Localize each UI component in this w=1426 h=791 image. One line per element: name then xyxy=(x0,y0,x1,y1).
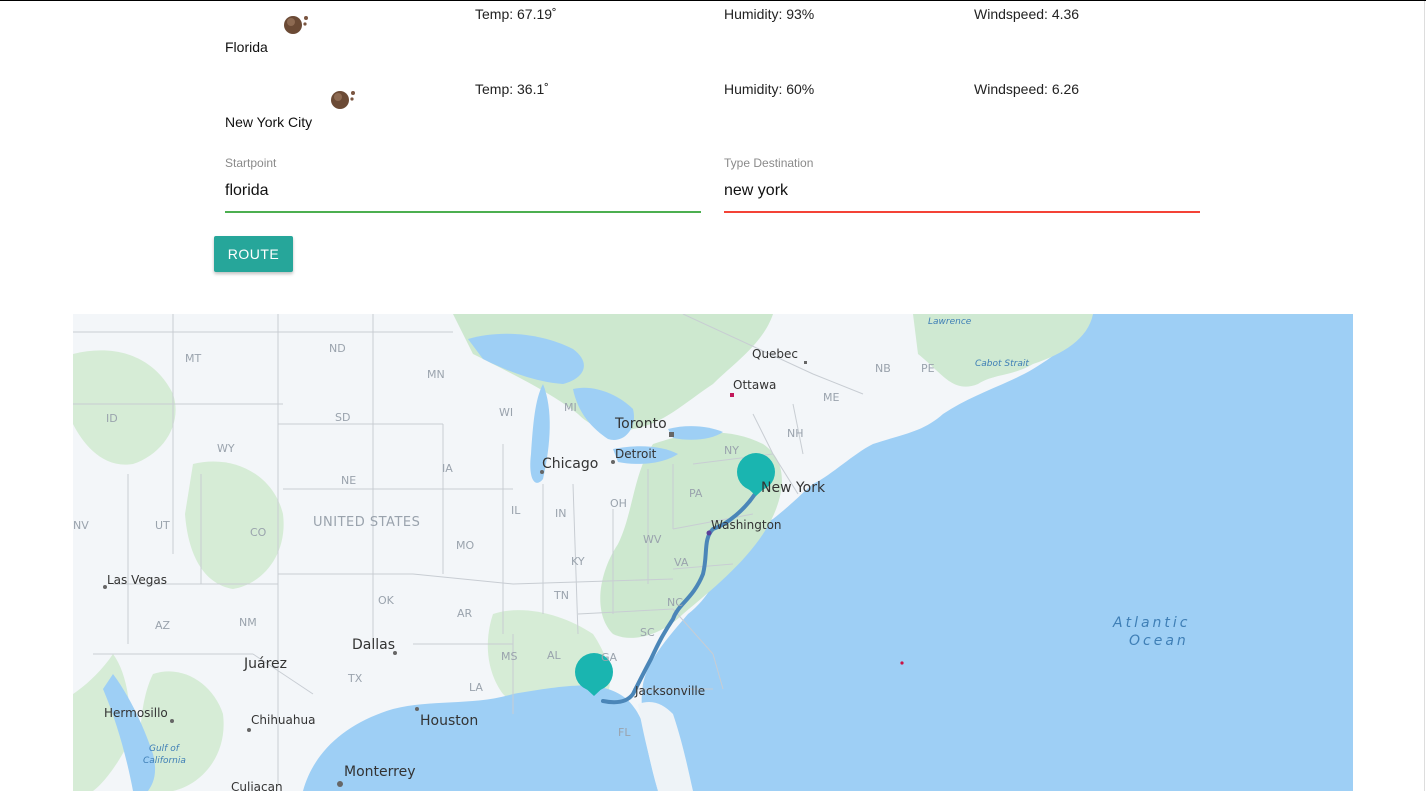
svg-text:GA: GA xyxy=(601,651,618,664)
svg-text:New York: New York xyxy=(761,480,826,496)
svg-text:Jacksonville: Jacksonville xyxy=(634,684,705,698)
svg-text:NB: NB xyxy=(875,362,891,375)
svg-text:PE: PE xyxy=(921,362,935,375)
svg-text:Hermosillo: Hermosillo xyxy=(104,706,168,720)
svg-text:NY: NY xyxy=(724,444,739,457)
svg-text:Atlantic: Atlantic xyxy=(1112,615,1190,631)
startpoint-input[interactable] xyxy=(225,181,701,201)
svg-text:TN: TN xyxy=(553,589,569,602)
svg-text:Gulf of: Gulf of xyxy=(149,744,181,754)
svg-text:CO: CO xyxy=(250,526,267,539)
svg-text:SD: SD xyxy=(335,411,350,424)
weather-temp: Temp: 67.19˚ xyxy=(475,6,557,22)
svg-text:ND: ND xyxy=(329,342,346,355)
svg-text:LA: LA xyxy=(469,681,483,694)
cloudy-weather-icon xyxy=(331,91,355,109)
route-button[interactable]: ROUTE xyxy=(214,236,293,272)
svg-text:ME: ME xyxy=(823,391,839,404)
svg-text:WI: WI xyxy=(499,406,513,419)
destination-underline xyxy=(724,211,1200,213)
svg-text:IL: IL xyxy=(511,504,521,517)
svg-text:Cabot Strait: Cabot Strait xyxy=(975,359,1029,369)
destination-input[interactable] xyxy=(724,181,1200,201)
svg-text:MS: MS xyxy=(501,650,517,663)
svg-text:Houston: Houston xyxy=(420,713,478,729)
destination-label: Type Destination xyxy=(724,156,814,170)
map-canvas[interactable]: MT ND MN ID SD WI MI WY NE IA NV UT CO I… xyxy=(73,314,1353,791)
weather-temp: Temp: 36.1˚ xyxy=(475,81,549,97)
svg-text:MO: MO xyxy=(456,539,474,552)
svg-text:Las Vegas: Las Vegas xyxy=(107,573,167,587)
route-map[interactable]: MT ND MN ID SD WI MI WY NE IA NV UT CO I… xyxy=(73,314,1353,791)
svg-text:Juárez: Juárez xyxy=(243,656,287,672)
weather-city-name: New York City xyxy=(225,114,313,130)
svg-text:Chihuahua: Chihuahua xyxy=(251,713,315,727)
svg-text:Washington: Washington xyxy=(711,518,782,532)
svg-text:IN: IN xyxy=(555,507,566,520)
weather-humidity: Humidity: 93% xyxy=(724,6,815,22)
svg-text:VA: VA xyxy=(674,556,689,569)
svg-text:Dallas: Dallas xyxy=(352,637,395,653)
svg-text:Ocean: Ocean xyxy=(1129,633,1189,649)
svg-text:NV: NV xyxy=(73,519,89,532)
country-label: UNITED STATES xyxy=(313,515,420,530)
map-point xyxy=(900,661,904,665)
svg-text:OH: OH xyxy=(610,497,627,510)
svg-text:MI: MI xyxy=(564,401,577,414)
cloudy-weather-icon xyxy=(284,16,308,34)
svg-text:NE: NE xyxy=(341,474,356,487)
svg-text:Detroit: Detroit xyxy=(615,447,657,461)
svg-text:OK: OK xyxy=(378,594,395,607)
weather-row-new-york: New York City Temp: 36.1˚ Humidity: 60% … xyxy=(0,76,1426,146)
svg-text:Toronto: Toronto xyxy=(614,416,667,432)
svg-text:Chicago: Chicago xyxy=(542,456,598,472)
startpoint-underline xyxy=(225,211,701,213)
svg-text:AR: AR xyxy=(457,607,473,620)
svg-text:Culiacan: Culiacan xyxy=(231,780,283,791)
weather-windspeed: Windspeed: 6.26 xyxy=(974,81,1080,97)
svg-text:MT: MT xyxy=(185,352,201,365)
svg-text:NH: NH xyxy=(787,427,804,440)
svg-text:NM: NM xyxy=(239,616,257,629)
weather-humidity: Humidity: 60% xyxy=(724,81,815,97)
svg-text:SC: SC xyxy=(640,626,655,639)
svg-text:Quebec: Quebec xyxy=(752,347,798,361)
svg-text:Ottawa: Ottawa xyxy=(733,378,776,392)
svg-text:PA: PA xyxy=(689,487,703,500)
svg-text:KY: KY xyxy=(571,555,585,568)
svg-text:WY: WY xyxy=(217,442,235,455)
svg-text:WV: WV xyxy=(643,533,662,546)
svg-text:AL: AL xyxy=(547,649,562,662)
svg-text:AZ: AZ xyxy=(155,619,171,632)
svg-text:Lawrence: Lawrence xyxy=(928,317,972,327)
startpoint-label: Startpoint xyxy=(225,156,277,170)
svg-text:TX: TX xyxy=(347,672,363,685)
svg-text:IA: IA xyxy=(442,462,453,475)
svg-text:FL: FL xyxy=(618,726,631,739)
svg-text:ID: ID xyxy=(106,412,118,425)
svg-text:California: California xyxy=(143,756,186,766)
weather-row-florida: Florida Temp: 67.19˚ Humidity: 93% Winds… xyxy=(0,1,1426,71)
svg-text:Monterrey: Monterrey xyxy=(344,764,415,780)
svg-text:UT: UT xyxy=(155,519,170,532)
weather-windspeed: Windspeed: 4.36 xyxy=(974,6,1080,22)
svg-text:NC: NC xyxy=(667,596,683,609)
svg-text:MN: MN xyxy=(427,368,445,381)
weather-city-name: Florida xyxy=(225,39,268,55)
